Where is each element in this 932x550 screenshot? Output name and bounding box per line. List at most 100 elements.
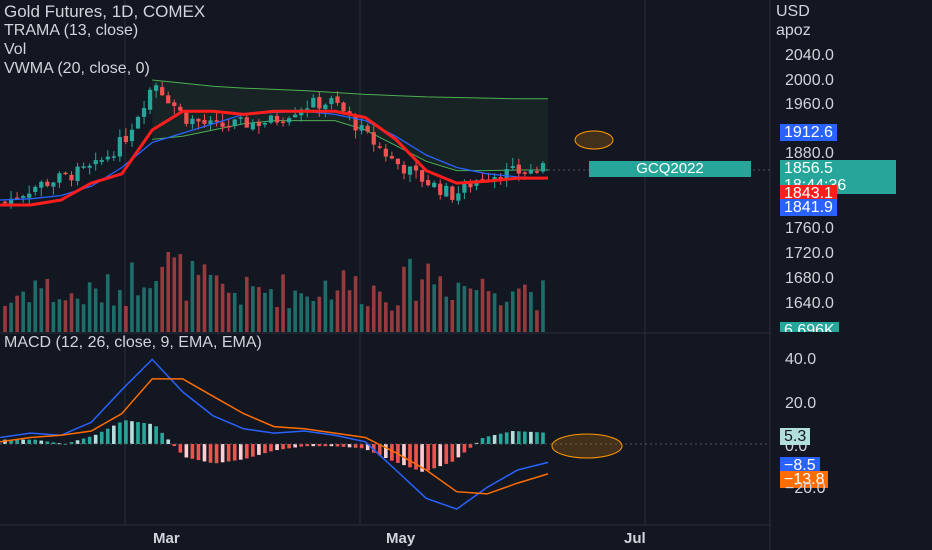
histogram-bar: [510, 431, 515, 444]
candle-body: [413, 165, 419, 171]
candle-body: [105, 156, 110, 160]
candle-body: [274, 115, 280, 123]
candle-body: [63, 172, 68, 175]
candle-body: [190, 118, 195, 125]
histogram-bar: [269, 444, 273, 452]
time-axis-mar: Mar: [153, 530, 180, 547]
candle-body: [401, 164, 407, 174]
histogram-bar: [353, 444, 358, 448]
histogram-bar: [486, 436, 491, 444]
candle-body: [75, 166, 80, 182]
volume-bar: [142, 287, 146, 332]
annotations: [551, 130, 623, 459]
volume-bar: [323, 280, 328, 332]
volume-bar: [510, 291, 515, 332]
candle-body: [39, 181, 44, 188]
candle-body: [184, 112, 189, 124]
price-axis-tick: 1960.0: [785, 96, 834, 113]
volume-bar: [51, 301, 56, 332]
histogram-bar: [220, 444, 225, 463]
histogram-bar: [438, 444, 443, 467]
volume-bar: [535, 310, 539, 332]
price-axis-tick: 1760.0: [785, 220, 834, 237]
candle-body: [329, 98, 334, 104]
candle-body: [57, 173, 62, 183]
volume-bar: [504, 301, 509, 332]
time-axis-may: May: [386, 530, 416, 547]
candle-body: [516, 164, 521, 174]
legend-title[interactable]: Gold Futures, 1D, COMEX: [4, 2, 205, 21]
candle-body: [389, 156, 394, 159]
volume-badge: 6.696K: [780, 322, 839, 332]
volume-bar: [269, 289, 273, 332]
volume-bar: [462, 286, 467, 332]
histogram-bar: [244, 444, 249, 459]
candle-body: [323, 104, 328, 110]
scale-mode-label[interactable]: apoz: [776, 21, 811, 40]
volume-bar: [166, 252, 171, 332]
candle-body: [166, 95, 171, 104]
volume-bar: [444, 296, 449, 332]
histogram-bar: [492, 435, 497, 444]
candle-body: [395, 158, 401, 165]
legend-vwma[interactable]: VWMA (20, close, 0): [4, 59, 205, 78]
volume-bar: [492, 293, 497, 332]
histogram-bar: [166, 439, 171, 444]
histogram-bar: [124, 420, 128, 444]
candle-body: [540, 163, 546, 172]
volume-bar: [456, 282, 461, 332]
histogram-bar: [196, 444, 201, 461]
volume-bar: [99, 302, 104, 332]
histogram-bar: [529, 431, 533, 444]
volume-bar: [438, 276, 443, 332]
candle-body: [250, 122, 255, 130]
candle-body: [268, 115, 274, 123]
histogram-bar: [341, 444, 346, 447]
candle-body: [244, 117, 249, 128]
volume-bar: [9, 302, 13, 332]
volume-bar: [305, 296, 310, 332]
histogram-bar: [408, 444, 412, 468]
candle-body: [214, 120, 219, 122]
currency-label[interactable]: USD: [776, 2, 811, 21]
legend-vol[interactable]: Vol: [4, 40, 205, 59]
price-axis-tick: 2040.0: [785, 47, 834, 64]
volume-bar: [335, 290, 340, 332]
histogram-bar: [359, 444, 364, 449]
histogram-bar: [450, 444, 455, 462]
volume-bar: [87, 282, 92, 332]
volume-bar: [130, 262, 134, 332]
vwma-bands: [152, 79, 548, 172]
candle-body: [154, 85, 159, 91]
histogram-bar: [384, 444, 388, 458]
candle-body: [87, 165, 92, 168]
price-axis-tick: 1720.0: [785, 245, 834, 262]
candle-body: [141, 108, 147, 117]
histogram-bar: [142, 422, 146, 444]
candle-body: [456, 193, 461, 201]
volume-bar: [281, 274, 285, 332]
histogram-bar: [81, 438, 86, 444]
volume-bar: [257, 287, 261, 332]
histogram-bar: [541, 432, 545, 444]
histogram-bar: [251, 444, 255, 457]
macd-line: [0, 358, 549, 510]
legend-trama[interactable]: TRAMA (13, close): [4, 21, 205, 40]
histogram-bar: [523, 431, 527, 444]
annotation-ellipse-upper: [574, 130, 614, 150]
candle-body: [129, 129, 135, 142]
histogram-bar: [33, 439, 38, 444]
macd-legend[interactable]: MACD (12, 26, close, 9, EMA, EMA): [4, 334, 262, 352]
candle-body: [311, 97, 316, 108]
price-axis-tick: 1680.0: [785, 270, 834, 287]
candle-body: [147, 89, 153, 110]
volume-bar: [190, 260, 195, 332]
candle-body: [196, 118, 201, 122]
histogram-bar: [504, 432, 509, 444]
volume-bar: [516, 288, 521, 332]
histogram-bar: [178, 444, 183, 453]
volume-bar: [118, 290, 122, 332]
histogram-bar: [190, 444, 195, 459]
candle-body: [135, 116, 141, 129]
candle-body: [202, 120, 207, 124]
